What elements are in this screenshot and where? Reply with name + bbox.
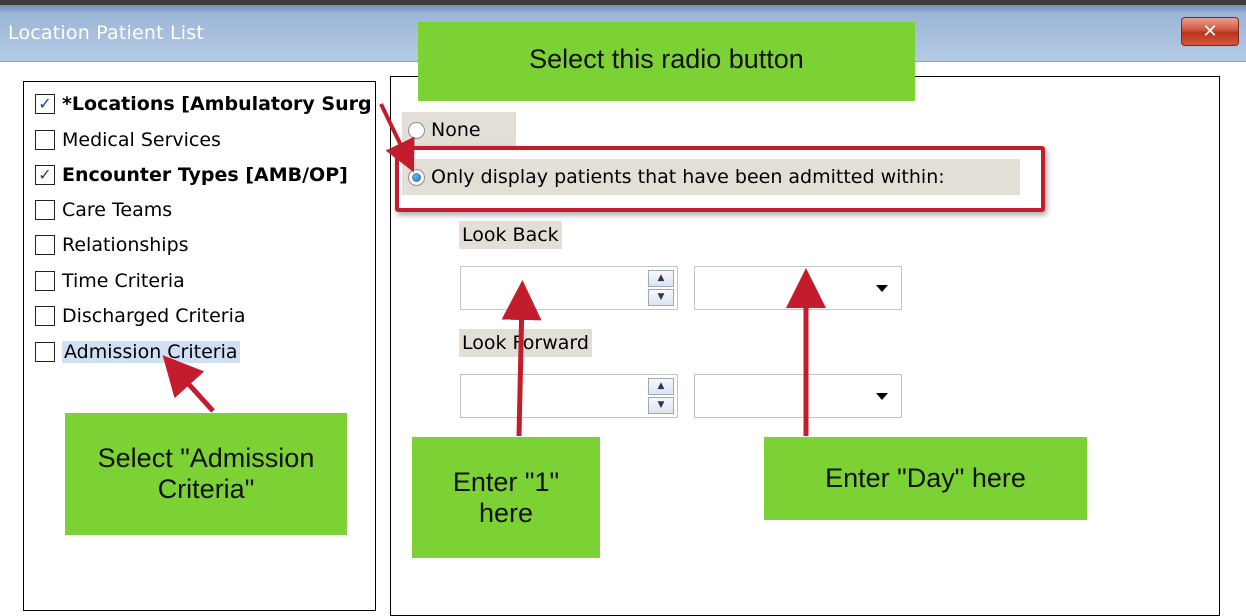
arrow-to-admission	[162, 355, 215, 413]
arrow-to-radio	[379, 103, 415, 173]
arrow-to-number	[501, 280, 542, 437]
annotation-arrows	[162, 103, 826, 437]
